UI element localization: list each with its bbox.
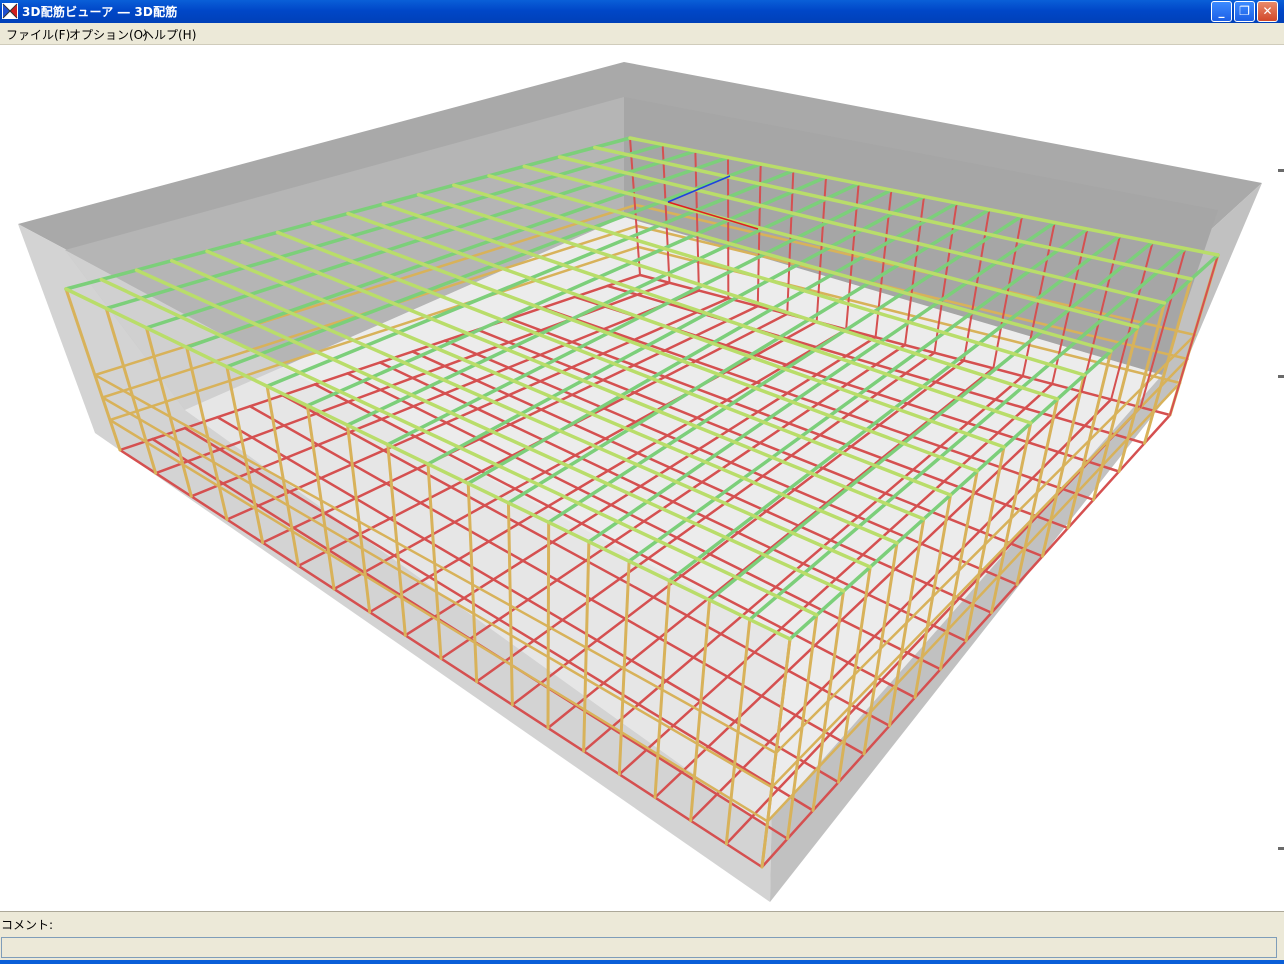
minimize-icon: _	[1218, 4, 1225, 18]
strip-mark	[1278, 169, 1284, 172]
rebar-3d-scene[interactable]	[0, 45, 1276, 911]
menu-help[interactable]: ヘルプ(H)	[142, 26, 196, 43]
app-icon[interactable]	[2, 3, 18, 19]
strip-mark	[1278, 847, 1284, 850]
close-icon: ✕	[1262, 4, 1273, 18]
restore-button[interactable]: ❐	[1234, 1, 1255, 22]
comment-field[interactable]	[1, 937, 1277, 958]
stirrup-rebar	[546, 520, 551, 730]
window-title: 3D配筋ビューア ― 3D配筋	[22, 5, 178, 19]
title-bar: 3D配筋ビューア ― 3D配筋 _ ❐ ✕	[0, 0, 1284, 23]
menu-file[interactable]: ファイル(F)	[6, 26, 70, 43]
strip-mark	[1278, 375, 1284, 378]
window-bottom-edge	[0, 960, 1284, 964]
right-edge-strip	[1276, 45, 1284, 911]
close-button[interactable]: ✕	[1257, 1, 1278, 22]
restore-icon: ❐	[1239, 4, 1250, 18]
minimize-button[interactable]: _	[1211, 1, 1232, 22]
3d-viewport[interactable]	[0, 45, 1276, 911]
comment-label: コメント:	[1, 918, 54, 932]
comment-bar: コメント:	[0, 911, 1284, 936]
menu-bar: ファイル(F) オプション(O) ヘルプ(H)	[0, 23, 1284, 45]
menu-options[interactable]: オプション(O)	[69, 26, 148, 43]
